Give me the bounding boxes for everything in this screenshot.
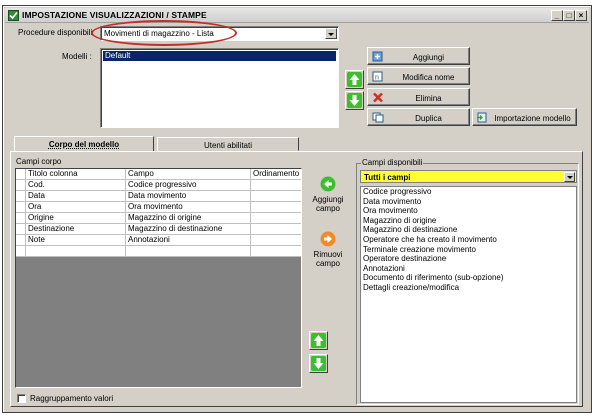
minimize-button[interactable]: _ <box>551 10 563 21</box>
arrow-left-icon <box>320 176 336 192</box>
move-field-up-button[interactable] <box>309 331 328 350</box>
grid-header-sort[interactable]: Ordinamento <box>251 169 301 180</box>
svg-text:n: n <box>375 75 379 82</box>
procedure-label: Procedure disponibili <box>18 28 93 37</box>
arrow-up-icon <box>311 333 326 348</box>
rename-icon: n <box>372 71 383 82</box>
import-icon <box>477 112 487 123</box>
list-item[interactable]: Documento di riferimento (sub-opzione) <box>361 273 576 283</box>
available-fields-list[interactable]: Codice progressivo Data movimento Ora mo… <box>360 186 577 403</box>
body-fields-label: Campi corpo <box>16 157 62 166</box>
table-row[interactable]: Data Data movimento <box>16 191 301 202</box>
models-list[interactable]: Default <box>100 48 339 128</box>
grid-header-row: Titolo colonna Campo Ordinamento <box>16 169 301 180</box>
duplicate-model-button[interactable]: Duplica <box>367 108 470 126</box>
list-item[interactable]: Operatore che ha creato il movimento <box>361 235 576 245</box>
list-item[interactable]: Codice progressivo <box>361 187 576 197</box>
table-row[interactable]: Destinazione Magazzino di destinazione <box>16 224 301 235</box>
model-item-selected[interactable]: Default <box>103 51 336 61</box>
table-row[interactable]: Note Annotazioni <box>16 235 301 246</box>
table-row[interactable]: Origine Magazzino di origine <box>16 213 301 224</box>
chevron-down-icon[interactable] <box>325 28 337 39</box>
delete-x-icon <box>373 92 383 103</box>
procedure-dropdown[interactable]: Movimenti di magazzino - Lista <box>100 26 339 41</box>
import-model-button[interactable]: Importazione modello <box>472 108 577 126</box>
remove-field-button[interactable]: Rimuovi campo <box>308 231 348 268</box>
available-fields-group: Campi disponibili Tutti i campi Codice p… <box>356 158 579 405</box>
arrow-up-icon <box>347 72 362 87</box>
procedure-value: Movimenti di magazzino - Lista <box>104 29 214 38</box>
list-item[interactable]: Dettagli creazione/modifica <box>361 283 576 293</box>
field-filter-dropdown[interactable]: Tutti i campi <box>360 170 577 183</box>
arrow-right-icon <box>320 231 336 247</box>
list-item[interactable]: Annotazioni <box>361 264 576 274</box>
title-bar: IMPOSTAZIONE VISUALIZZAZIONI / STAMPE _ … <box>5 8 589 23</box>
list-item[interactable]: Ora movimento <box>361 206 576 216</box>
list-item[interactable]: Operatore destinazione <box>361 254 576 264</box>
arrow-down-icon <box>311 356 326 371</box>
window-title: IMPOSTAZIONE VISUALIZZAZIONI / STAMPE <box>22 10 207 20</box>
grouping-checkbox[interactable] <box>17 394 26 403</box>
table-row[interactable]: Cod. Codice progressivo <box>16 180 301 191</box>
grouping-label: Raggruppamento valori <box>30 394 114 403</box>
list-item[interactable]: Data movimento <box>361 197 576 207</box>
body-fields-grid[interactable]: Titolo colonna Campo Ordinamento Cod. Co… <box>15 168 302 388</box>
close-button[interactable]: × <box>575 10 587 21</box>
delete-model-button[interactable]: Elimina <box>367 88 470 106</box>
table-row[interactable]: Ora Ora movimento <box>16 202 301 213</box>
duplicate-icon <box>372 112 384 123</box>
add-field-button[interactable]: Aggiungi campo <box>308 176 348 213</box>
available-fields-label: Campi disponibili <box>361 158 424 167</box>
check-app-icon <box>8 10 19 21</box>
list-item[interactable]: Magazzino di origine <box>361 216 576 226</box>
models-label: Modelli : <box>62 52 92 61</box>
arrow-down-icon <box>347 93 362 108</box>
list-item[interactable]: Terminale creazione movimento <box>361 245 576 255</box>
rename-model-button[interactable]: n Modifica nome <box>367 67 470 85</box>
tab-utenti-abilitati[interactable]: Utenti abilitati <box>157 137 299 151</box>
tab-corpo-del-modello[interactable]: Corpo del modello <box>14 136 154 152</box>
add-model-button[interactable]: Aggiungi <box>367 47 470 65</box>
move-model-up-button[interactable] <box>345 70 364 89</box>
grid-header-title[interactable]: Titolo colonna <box>26 169 126 180</box>
maximize-button[interactable]: □ <box>563 10 575 21</box>
grid-header-field[interactable]: Campo <box>126 169 251 180</box>
chevron-down-icon[interactable] <box>564 172 575 182</box>
list-item[interactable]: Magazzino di destinazione <box>361 225 576 235</box>
add-doc-icon <box>372 51 383 62</box>
move-model-down-button[interactable] <box>345 91 364 110</box>
move-field-down-button[interactable] <box>309 354 328 373</box>
table-row-empty[interactable] <box>16 246 301 257</box>
